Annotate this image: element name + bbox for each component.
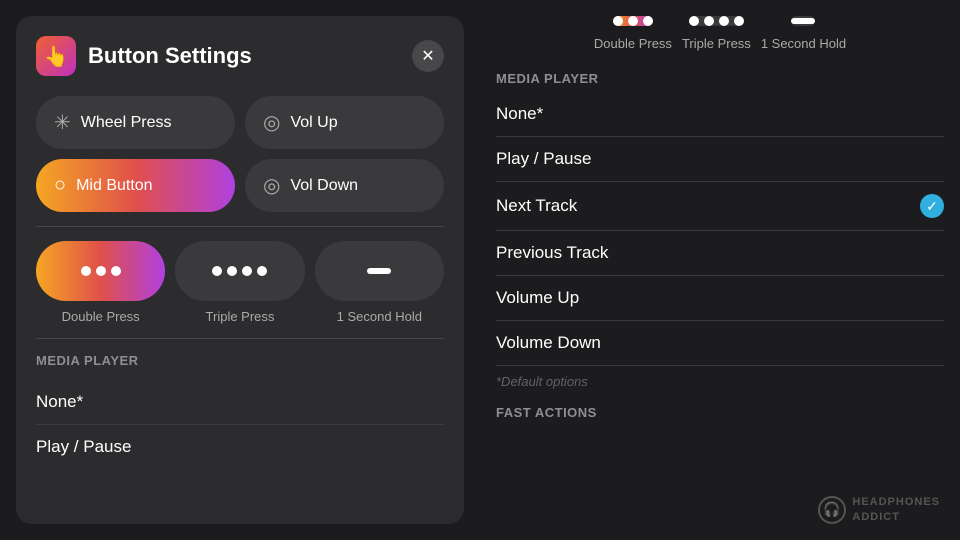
double-dots: [81, 266, 121, 276]
dot-7: [257, 266, 267, 276]
right-triple-press-col: Triple Press: [682, 16, 751, 51]
dot-4: [212, 266, 222, 276]
right-hold-label: 1 Second Hold: [761, 36, 846, 51]
triple-press-inner: [175, 241, 304, 301]
divider-2: [36, 338, 444, 339]
modal: 👆 Button Settings ✕ ✳ Wheel Press ◎ Vol …: [16, 16, 464, 524]
rdot-2: [628, 16, 638, 26]
right-hold-dash: [791, 18, 815, 24]
double-press-inner: [36, 241, 165, 301]
right-none-label: None*: [496, 104, 543, 124]
right-triple-press-btn[interactable]: [689, 16, 744, 26]
right-double-label: Double Press: [594, 36, 672, 51]
right-double-press-col: Double Press: [594, 16, 672, 51]
right-section-label: MEDIA PLAYER: [496, 71, 944, 86]
watermark: 🎧 HEADPHONESADDICT: [818, 495, 940, 524]
rdot-6: [719, 16, 729, 26]
app-icon: 👆: [36, 36, 76, 76]
modal-header: 👆 Button Settings ✕: [36, 36, 444, 76]
right-wrapper: Double Press Triple Press 1 Second: [480, 0, 960, 540]
vol-down-label: Vol Down: [290, 177, 358, 195]
vol-down-icon: ◎: [263, 173, 280, 198]
right-triple-dots: [689, 16, 744, 26]
rdot-7: [734, 16, 744, 26]
dot-2: [96, 266, 106, 276]
close-button[interactable]: ✕: [412, 40, 444, 72]
right-hold-col: 1 Second Hold: [761, 16, 846, 51]
right-hold-btn[interactable]: [791, 16, 815, 26]
rdot-5: [704, 16, 714, 26]
right-play-pause-item[interactable]: Play / Pause: [496, 137, 944, 182]
dot-6: [242, 266, 252, 276]
wheel-icon: ✳: [54, 110, 71, 135]
left-none-label: None*: [36, 392, 83, 411]
wheel-press-label: Wheel Press: [81, 114, 172, 132]
dot-1: [81, 266, 91, 276]
left-play-pause-item[interactable]: Play / Pause: [36, 425, 444, 469]
hold-inner: [315, 241, 444, 301]
right-none-item[interactable]: None*: [496, 92, 944, 137]
divider-1: [36, 226, 444, 227]
left-play-pause-label: Play / Pause: [36, 437, 131, 456]
vol-up-label: Vol Up: [290, 114, 337, 132]
watermark-text: HEADPHONESADDICT: [852, 495, 940, 524]
wheel-press-button[interactable]: ✳ Wheel Press: [36, 96, 235, 149]
hold-dash: [367, 268, 391, 274]
right-volume-up-item[interactable]: Volume Up: [496, 276, 944, 321]
mid-button[interactable]: ○ Mid Button: [36, 159, 235, 212]
right-triple-label: Triple Press: [682, 36, 751, 51]
rdot-1: [613, 16, 623, 26]
dot-3: [111, 266, 121, 276]
vol-down-button[interactable]: ◎ Vol Down: [245, 159, 444, 212]
right-volume-down-item[interactable]: Volume Down: [496, 321, 944, 366]
rdot-4: [689, 16, 699, 26]
right-double-press-btn[interactable]: [613, 16, 653, 26]
watermark-icon: 🎧: [818, 496, 846, 524]
triple-press-button[interactable]: Triple Press: [175, 241, 304, 324]
left-none-item[interactable]: None*: [36, 380, 444, 425]
right-next-track-label: Next Track: [496, 196, 577, 216]
default-note: *Default options: [496, 366, 944, 397]
fast-actions-label: FAST ACTIONS: [496, 405, 944, 420]
right-previous-track-label: Previous Track: [496, 243, 608, 263]
vol-up-button[interactable]: ◎ Vol Up: [245, 96, 444, 149]
hold-label: 1 Second Hold: [337, 309, 422, 324]
vol-up-icon: ◎: [263, 110, 280, 135]
hold-button[interactable]: 1 Second Hold: [315, 241, 444, 324]
right-top-buttons: Double Press Triple Press 1 Second: [496, 16, 944, 51]
rdot-3: [643, 16, 653, 26]
left-panel: 👆 Button Settings ✕ ✳ Wheel Press ◎ Vol …: [0, 0, 480, 540]
right-volume-up-label: Volume Up: [496, 288, 579, 308]
mid-icon: ○: [54, 174, 66, 197]
title-group: 👆 Button Settings: [36, 36, 252, 76]
next-track-checkmark: ✓: [920, 194, 944, 218]
right-next-track-item[interactable]: Next Track ✓: [496, 182, 944, 231]
right-volume-down-label: Volume Down: [496, 333, 601, 353]
double-press-button[interactable]: Double Press: [36, 241, 165, 324]
triple-press-label: Triple Press: [206, 309, 275, 324]
left-section-label: MEDIA PLAYER: [36, 353, 444, 368]
right-double-dots: [613, 16, 653, 26]
right-play-pause-label: Play / Pause: [496, 149, 591, 169]
triple-dots: [212, 266, 267, 276]
right-panel: Double Press Triple Press 1 Second: [480, 0, 960, 540]
right-previous-track-item[interactable]: Previous Track: [496, 231, 944, 276]
button-options-grid: ✳ Wheel Press ◎ Vol Up ○ Mid Button ◎ Vo…: [36, 96, 444, 212]
modal-title: Button Settings: [88, 43, 252, 69]
dot-5: [227, 266, 237, 276]
double-press-label: Double Press: [62, 309, 140, 324]
mid-button-label: Mid Button: [76, 177, 152, 195]
press-buttons-row: Double Press Triple Press 1 Second: [36, 241, 444, 324]
